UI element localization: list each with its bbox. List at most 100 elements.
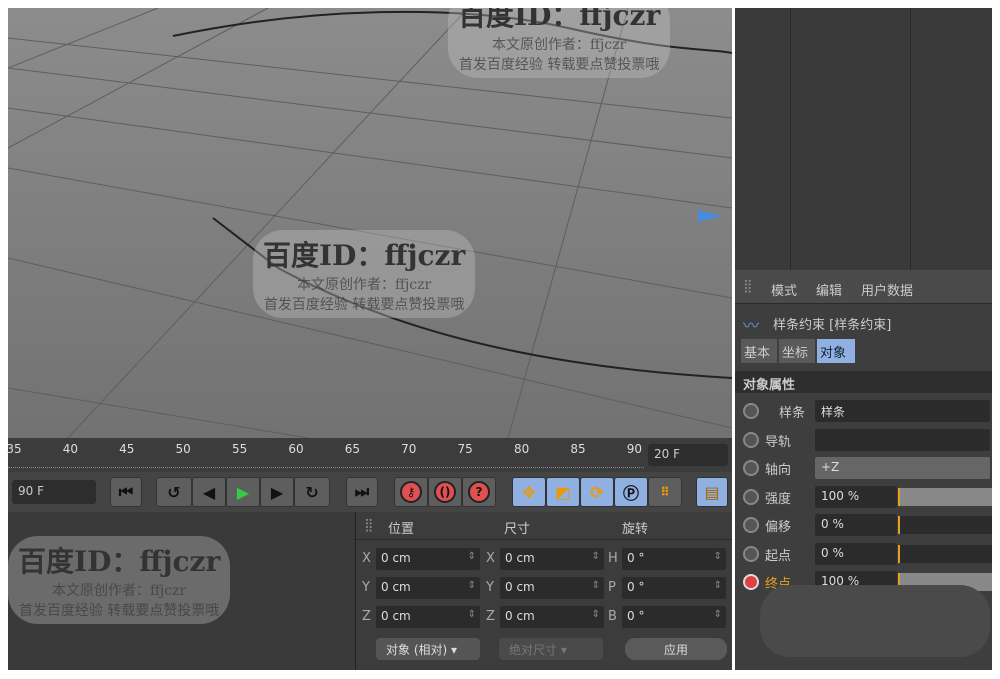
axis-label: X [486, 551, 495, 566]
current-frame-field[interactable]: 20 F [648, 444, 728, 466]
rotate-key-icon[interactable]: ⟳ [580, 477, 614, 507]
attribute-row: 样条 样条 [735, 398, 992, 424]
lower-left-panel: 百度ID：ffjczr 本文原创作者：ffjczr 首发百度经验 转载要点赞投票哦 [8, 512, 355, 670]
attribute-slider[interactable] [898, 544, 992, 563]
prev-key-icon[interactable]: ↺ [156, 477, 192, 507]
keyframe-radio[interactable] [743, 403, 759, 419]
play-icon[interactable]: ▶ [226, 477, 260, 507]
keyframe-radio[interactable] [743, 517, 759, 533]
section-header: 对象属性 [735, 371, 992, 393]
timeline-tick: 35 [6, 442, 22, 456]
timeline-tick: 60 [288, 442, 304, 456]
size-field[interactable]: 0 cm [500, 606, 604, 628]
attribute-value[interactable]: 100 % [815, 485, 897, 508]
help-icon[interactable]: ? [462, 477, 496, 507]
menu-edit[interactable]: 编辑 [816, 280, 842, 299]
timeline-tick: 70 [401, 442, 417, 456]
axis-label: Z [486, 609, 495, 624]
timeline-tick: 65 [344, 442, 361, 456]
timeline-tick: 45 [119, 442, 135, 456]
tab-coord[interactable]: 坐标 [779, 339, 815, 363]
tab-basic[interactable]: 基本 [741, 339, 777, 363]
grip-icon: ⣿ [364, 518, 374, 533]
param-key-icon[interactable]: Ⓟ [614, 477, 648, 507]
timeline-tick: 55 [231, 442, 248, 456]
attribute-slider[interactable] [898, 487, 992, 506]
keyframe-radio[interactable] [743, 545, 759, 562]
transport-bar: 90 F ⏮ ↺ ◀ ▶ ▶ ↻ ⏭ ⚷ () ? ✥ ◩ ⟳ Ⓟ ⠿ ▤ [8, 472, 732, 512]
attribute-row: 轴向 +Z [735, 455, 992, 481]
attribute-slider[interactable] [898, 516, 992, 534]
record-key-icon[interactable]: ⚷ [394, 477, 428, 507]
attribute-value[interactable]: 样条 [815, 400, 990, 422]
timeline-ruler[interactable] [8, 462, 644, 468]
film-icon[interactable]: ▤ [696, 477, 728, 507]
go-to-end-icon[interactable]: ⏭ [346, 477, 378, 507]
attribute-label: 导轨 [765, 434, 792, 450]
3d-viewport[interactable]: 百度ID：ffjczr 本文原创作者：ffjczr 首发百度经验 转载要点赞投票哦 … [8, 8, 732, 438]
axis-label: Z [362, 609, 371, 624]
next-frame-icon[interactable]: ▶ [260, 477, 294, 507]
attribute-value[interactable] [815, 428, 990, 451]
keyframe-radio[interactable] [743, 488, 759, 505]
object-title: 样条约束 [样条约束] [773, 318, 892, 333]
keyframe-radio[interactable] [743, 431, 759, 448]
axis-label: B [608, 609, 617, 624]
size-field[interactable]: 0 cm [500, 577, 604, 599]
pos-field[interactable]: 0 cm [376, 577, 480, 599]
move-key-icon[interactable]: ✥ [512, 477, 546, 507]
auto-key-icon[interactable]: () [428, 477, 462, 507]
end-frame-field[interactable]: 90 F [12, 480, 96, 504]
coordinate-mode-dropdown[interactable]: 对象 (相对) ▾ [376, 638, 480, 660]
attribute-row: 强度 100 % [735, 484, 992, 510]
attribute-label: 起点 [765, 548, 792, 564]
attributes-manager: ⣿ 模式 编辑 用户数据 〰 样条约束 [样条约束] 基本 坐标 对象 对象属性… [735, 270, 992, 670]
keyframe-radio[interactable] [743, 460, 759, 476]
apply-button[interactable]: 应用 [625, 638, 727, 660]
timeline[interactable]: 35 40 45 50 55 60 65 70 75 80 85 90 20 F [6, 438, 732, 472]
axis-label: X [362, 551, 371, 566]
menu-user-data[interactable]: 用户数据 [861, 280, 913, 299]
attribute-value[interactable]: +Z [815, 457, 990, 479]
rot-field[interactable]: 0 ° [622, 606, 726, 628]
spline-constraint-icon: 〰 [743, 316, 760, 335]
attribute-value[interactable]: 0 % [815, 542, 897, 565]
attribute-label: 偏移 [765, 520, 792, 535]
size-mode-dropdown: 绝对尺寸 ▾ [499, 638, 603, 660]
next-key-icon[interactable]: ↻ [294, 477, 330, 507]
timeline-tick: 85 [570, 442, 586, 456]
rot-field[interactable]: 0 ° [622, 548, 726, 570]
watermark: 百度ID：ffjczr 本文原创作者：ffjczr 首发百度经验 转载要点赞投票哦 [448, 8, 671, 78]
size-field[interactable]: 0 cm [500, 548, 604, 570]
watermark: 百度ID：ffjczr 本文原创作者：ffjczr 首发百度经验 转载要点赞投票哦 [8, 536, 231, 624]
menu-mode[interactable]: 模式 [771, 280, 797, 299]
attribute-label: 强度 [765, 491, 792, 507]
rot-field[interactable]: 0 ° [622, 577, 726, 599]
keyframe-radio[interactable] [743, 574, 759, 590]
prev-frame-icon[interactable]: ◀ [192, 477, 226, 507]
pos-field[interactable]: 0 cm [376, 606, 480, 628]
attribute-value[interactable]: 0 % [815, 514, 897, 536]
axis-label: Y [362, 580, 370, 595]
attribute-row: 导轨 [735, 427, 992, 453]
timeline-tick: 75 [457, 442, 473, 456]
scale-key-icon[interactable]: ◩ [546, 477, 580, 507]
go-to-start-icon[interactable]: ⏮ [110, 477, 142, 507]
timeline-tick: 80 [513, 442, 530, 456]
attribute-row: 偏移 0 % [735, 512, 992, 538]
timeline-tick: 90 [626, 442, 643, 456]
coordinates-manager: ⣿ 位置 尺寸 旋转 X 0 cm Y 0 cm Z 0 cm X 0 cm Y 0 cm Z 0 c… [355, 512, 732, 670]
timeline-tick: 40 [62, 442, 79, 456]
rotation-header: 旋转 [622, 522, 649, 537]
attribute-label: 轴向 [765, 463, 792, 478]
tab-object[interactable]: 对象 [817, 339, 855, 363]
attribute-label: 样条 [779, 406, 806, 421]
point-key-icon[interactable]: ⠿ [648, 477, 682, 507]
watermark: 百度ID：ffjczr 本文原创作者：ffjczr 首发百度经验 转载要点赞投票哦 [253, 230, 476, 318]
axis-label: Y [486, 580, 494, 595]
position-header: 位置 [388, 522, 415, 537]
pos-field[interactable]: 0 cm [376, 548, 480, 570]
timeline-tick: 50 [175, 442, 191, 456]
attribute-row: 起点 0 % [735, 541, 992, 567]
size-header: 尺寸 [504, 522, 531, 537]
